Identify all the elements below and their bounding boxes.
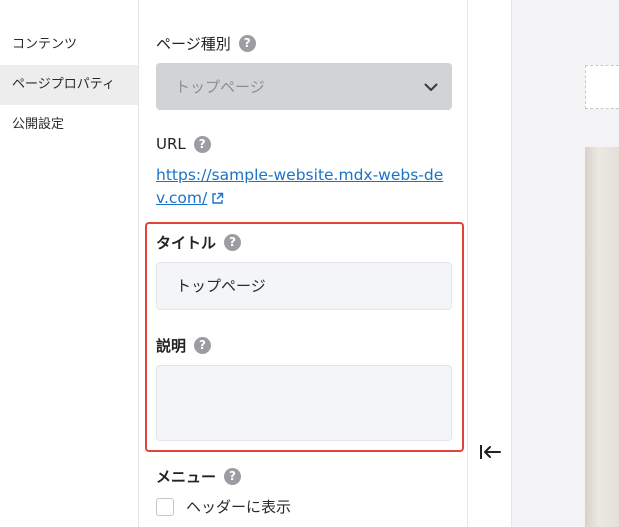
- show-in-header-checkbox[interactable]: [156, 497, 174, 516]
- description-textarea[interactable]: [156, 365, 452, 441]
- nav-item-publish-settings[interactable]: 公開設定: [0, 105, 138, 145]
- collapse-panel-button[interactable]: [478, 441, 504, 463]
- help-icon[interactable]: ?: [224, 468, 242, 485]
- nav-item-page-properties[interactable]: ページプロパティ: [0, 65, 138, 105]
- show-in-header-option[interactable]: ヘッダーに表示: [156, 496, 291, 517]
- page-properties-panel: ページ種別 ? トップページ URL ? https://sample-webs…: [138, 0, 468, 527]
- help-icon[interactable]: ?: [238, 35, 256, 52]
- page-url-link[interactable]: https://sample-website.mdx-webs-dev.com/: [156, 164, 452, 212]
- page-type-label: ページ種別: [156, 35, 231, 53]
- help-icon[interactable]: ?: [193, 135, 211, 153]
- preview-header-placeholder: [585, 65, 619, 109]
- menu-label-row: メニュー ?: [156, 466, 242, 487]
- page-type-label-row: ページ種別 ?: [156, 33, 256, 54]
- left-navigation: コンテンツ ページプロパティ 公開設定: [0, 0, 138, 527]
- title-input[interactable]: トップページ: [156, 262, 452, 310]
- preview-hero-image: [585, 147, 619, 527]
- page-url-text: https://sample-website.mdx-webs-dev.com/: [156, 166, 444, 207]
- help-icon[interactable]: ?: [194, 337, 212, 354]
- collapse-left-icon: [478, 445, 504, 467]
- external-link-icon: [211, 189, 224, 212]
- page-type-select[interactable]: トップページ: [156, 63, 452, 110]
- title-label: タイトル: [156, 234, 217, 252]
- nav-item-contents[interactable]: コンテンツ: [0, 25, 138, 65]
- title-label-row: タイトル ?: [156, 232, 242, 253]
- description-label: 説明: [156, 337, 187, 355]
- url-label: URL: [156, 135, 186, 153]
- description-label-row: 説明 ?: [156, 335, 212, 356]
- menu-label: メニュー: [156, 468, 217, 486]
- page-type-selected-value: トップページ: [175, 78, 265, 96]
- url-label-row: URL ?: [156, 135, 211, 153]
- help-icon[interactable]: ?: [224, 234, 242, 251]
- chevron-down-icon: [424, 77, 438, 96]
- show-in-header-label: ヘッダーに表示: [186, 498, 292, 516]
